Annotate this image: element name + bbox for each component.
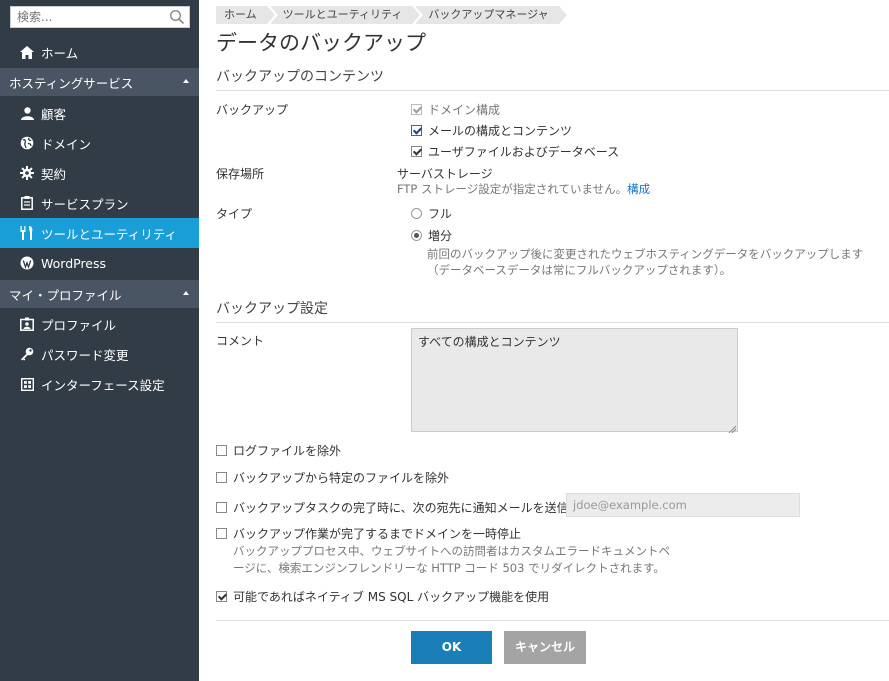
sidebar-item-label: 契約 xyxy=(41,166,67,182)
option-label: ログファイルを除外 xyxy=(233,444,342,458)
mail-config-checkbox[interactable] xyxy=(411,125,422,136)
sidebar-group-label: マイ・プロファイル xyxy=(9,287,122,303)
incremental-note-line: 前回のバックアップ後に変更されたウェブホスティングデータをバックアップします xyxy=(427,247,864,261)
comment-textarea[interactable]: すべての構成とコンテンツ xyxy=(411,328,738,434)
sidebar-group-label: ホスティングサービス xyxy=(9,75,134,91)
section-title-backup-contents: バックアップのコンテンツ xyxy=(216,66,889,91)
sidebar-item-profile[interactable]: プロファイル xyxy=(0,309,199,339)
sidebar-item-label: ドメイン xyxy=(41,136,92,152)
globe-icon xyxy=(19,135,35,151)
ok-button[interactable]: OK xyxy=(411,631,492,664)
sidebar-item-label: サービスプラン xyxy=(41,196,129,212)
storage-note-text: FTP ストレージ設定が指定されていません。 xyxy=(397,182,628,196)
option-domain-config: ドメイン構成 xyxy=(411,101,500,118)
option-exclude-files[interactable]: バックアップから特定のファイルを除外 xyxy=(216,469,449,486)
option-label: ドメイン構成 xyxy=(428,103,501,117)
search-input[interactable] xyxy=(11,7,161,27)
option-exclude-logs[interactable]: ログファイルを除外 xyxy=(216,442,341,459)
type-option-incremental[interactable]: 増分 xyxy=(411,227,452,244)
clipboard-icon xyxy=(19,195,35,211)
search-box[interactable] xyxy=(10,6,190,28)
sidebar-item-label: パスワード変更 xyxy=(41,347,129,363)
sidebar-item-change-password[interactable]: パスワード変更 xyxy=(0,339,199,369)
wordpress-icon xyxy=(19,255,35,271)
option-mail-config[interactable]: メールの構成とコンテンツ xyxy=(411,122,572,139)
sidebar-group-hosting[interactable]: ホスティングサービス xyxy=(0,68,199,96)
user-files-db-checkbox[interactable] xyxy=(411,146,422,157)
notify-email-input[interactable]: jdoe@example.com xyxy=(566,493,800,517)
option-label: メールの構成とコンテンツ xyxy=(428,124,573,138)
native-mssql-checkbox[interactable] xyxy=(216,591,227,602)
type-option-full[interactable]: フル xyxy=(411,205,452,222)
comment-label: コメント xyxy=(216,334,265,348)
sidebar-item-label: プロファイル xyxy=(41,317,117,333)
storage-label: 保存場所 xyxy=(216,167,265,181)
user-icon xyxy=(19,105,35,121)
gear-icon xyxy=(19,165,35,181)
option-label: バックアップから特定のファイルを除外 xyxy=(233,471,450,485)
option-suspend-domain[interactable]: バックアップ作業が完了するまでドメインを一時停止 xyxy=(216,525,521,542)
sidebar-item-tools-utilities[interactable]: ツールとユーティリティ xyxy=(0,218,199,248)
cancel-button[interactable]: キャンセル xyxy=(504,631,586,664)
comment-text: すべての構成とコンテンツ xyxy=(418,335,561,349)
grid-icon xyxy=(19,376,35,392)
sidebar-item-label: WordPress xyxy=(41,255,107,271)
incremental-note: 前回のバックアップ後に変更されたウェブホスティングデータをバックアップします （… xyxy=(427,246,863,278)
storage-note: FTP ストレージ設定が指定されていません。構成 xyxy=(397,181,650,197)
notify-email-checkbox[interactable] xyxy=(216,502,227,513)
tools-icon xyxy=(19,225,35,241)
sidebar-item-domains[interactable]: ドメイン xyxy=(0,128,199,158)
sidebar-item-customers[interactable]: 顧客 xyxy=(0,98,199,128)
type-label: タイプ xyxy=(216,207,253,221)
option-notify-email[interactable]: バックアップタスクの完了時に、次の宛先に通知メールを送信 xyxy=(216,499,569,516)
caret-up-icon xyxy=(183,291,189,295)
page-title: データのバックアップ xyxy=(216,31,426,55)
main-content: ホーム ツールとユーティリティ バックアップマネージャ データのバックアップ バ… xyxy=(216,0,889,681)
suspend-domain-checkbox[interactable] xyxy=(216,528,227,539)
option-label: バックアップ作業が完了するまでドメインを一時停止 xyxy=(233,527,522,541)
backup-label: バックアップ xyxy=(216,103,289,117)
option-label: 増分 xyxy=(428,229,453,243)
domain-config-checkbox xyxy=(411,104,422,115)
option-label: フル xyxy=(428,207,453,221)
option-label: ユーザファイルおよびデータベース xyxy=(428,145,620,159)
option-label: バックアップタスクの完了時に、次の宛先に通知メールを送信 xyxy=(233,501,569,515)
sidebar-item-wordpress[interactable]: WordPress xyxy=(0,248,199,278)
sidebar: ホーム ホスティングサービス 顧客 ドメイン 契約 サービスプラン ツールとユー… xyxy=(0,0,199,681)
sidebar-item-interface-settings[interactable]: インターフェース設定 xyxy=(0,369,199,399)
option-native-mssql[interactable]: 可能であればネイティブ MS SQL バックアップ機能を使用 xyxy=(216,588,549,605)
breadcrumb-home[interactable]: ホーム xyxy=(216,6,278,24)
suspend-note-line: バックアッププロセス中、ウェブサイトへの訪問者はカスタムエラードキュメントペ xyxy=(233,544,670,558)
incremental-radio[interactable] xyxy=(411,230,422,241)
sidebar-item-label: ホーム xyxy=(41,45,79,61)
breadcrumb-tools-utilities[interactable]: ツールとユーティリティ xyxy=(270,6,424,24)
caret-up-icon xyxy=(183,79,189,83)
sidebar-item-label: 顧客 xyxy=(41,106,67,122)
full-radio[interactable] xyxy=(411,208,422,219)
incremental-note-line: （データベースデータは常にフルバックアップされます）。 xyxy=(427,263,732,277)
sidebar-item-label: ツールとユーティリティ xyxy=(41,226,178,242)
search-icon[interactable] xyxy=(169,9,185,25)
breadcrumb-backup-manager[interactable]: バックアップマネージャ xyxy=(416,6,570,24)
exclude-logs-checkbox[interactable] xyxy=(216,445,227,456)
configure-link[interactable]: 構成 xyxy=(627,182,650,196)
storage-value: サーバストレージ xyxy=(397,167,493,181)
id-card-icon xyxy=(19,316,35,332)
option-label: 可能であればネイティブ MS SQL バックアップ機能を使用 xyxy=(233,590,550,604)
suspend-note: バックアッププロセス中、ウェブサイトへの訪問者はカスタムエラードキュメントペ ー… xyxy=(233,543,670,577)
exclude-files-checkbox[interactable] xyxy=(216,472,227,483)
breadcrumb: ホーム ツールとユーティリティ バックアップマネージャ xyxy=(216,6,570,24)
key-icon xyxy=(19,346,35,362)
divider xyxy=(216,620,889,621)
sidebar-item-subscriptions[interactable]: 契約 xyxy=(0,158,199,188)
suspend-note-line: ージに、検索エンジンフレンドリーな HTTP コード 503 でリダイレクトされ… xyxy=(233,561,665,575)
option-user-files-db[interactable]: ユーザファイルおよびデータベース xyxy=(411,143,619,160)
home-icon xyxy=(19,44,35,60)
sidebar-item-service-plans[interactable]: サービスプラン xyxy=(0,188,199,218)
sidebar-group-profile[interactable]: マイ・プロファイル xyxy=(0,280,199,308)
resize-grip-icon[interactable] xyxy=(728,422,737,434)
sidebar-item-label: インターフェース設定 xyxy=(41,377,165,393)
sidebar-item-home[interactable]: ホーム xyxy=(0,37,199,67)
section-title-backup-settings: バックアップ設定 xyxy=(216,298,889,323)
